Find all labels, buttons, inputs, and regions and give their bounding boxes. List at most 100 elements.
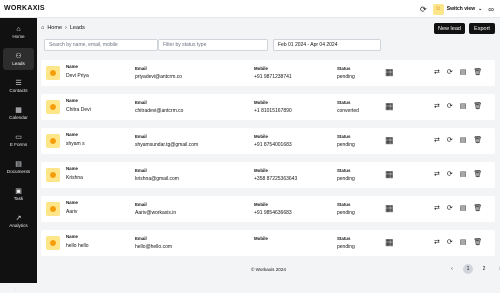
convert-icon[interactable]: ⟳	[447, 238, 453, 246]
switch-view-button[interactable]: ☺ Switch view ⌄	[432, 3, 482, 15]
document-icon[interactable]: ▤	[460, 238, 467, 246]
prev-page-button[interactable]: ‹	[447, 264, 457, 274]
row-actions: ⇄ ⟳ ▤ 🗑	[434, 204, 482, 212]
date-range-picker[interactable]: Feb 01 2024 - Apr 04 2024	[273, 39, 381, 51]
calendar-icon[interactable]: ▦	[385, 101, 394, 112]
sidebar-item-documents[interactable]: ▤ Documents	[3, 156, 34, 178]
sidebar-item-home[interactable]: ⌂ Home	[3, 21, 34, 43]
calendar-icon[interactable]: ▦	[385, 67, 394, 78]
sidebar-item-label: Calendar	[9, 114, 28, 120]
lead-avatar	[46, 168, 60, 182]
delete-icon[interactable]: 🗑	[473, 136, 482, 144]
status-badge: pending	[337, 244, 355, 250]
lead-email: chitradevi@antcrm.co	[135, 108, 184, 114]
page-button-2[interactable]: 2	[479, 264, 489, 274]
calendar-icon[interactable]: ▦	[385, 169, 394, 180]
lead-avatar	[46, 134, 60, 148]
leads-icon: ⚇	[15, 52, 22, 60]
sidebar-item-eforms[interactable]: ▭ E Forms	[3, 129, 34, 151]
delete-icon[interactable]: 🗑	[473, 68, 482, 76]
lead-name: Aariv	[66, 209, 78, 215]
sidebar-item-analytics[interactable]: ↗ Analytics	[3, 210, 34, 232]
top-right-controls: ⟳ ☺ Switch view ⌄ ∞	[420, 2, 494, 16]
breadcrumb-home[interactable]: Home	[47, 25, 62, 31]
sidebar-item-contacts[interactable]: ☰ Contacts	[3, 75, 34, 97]
status-badge: pending	[337, 176, 355, 182]
person-icon	[50, 138, 56, 144]
lead-mobile: +91 9871238741	[254, 74, 292, 80]
next-page-button[interactable]: ›	[495, 264, 500, 274]
calendar-icon[interactable]: ▦	[385, 135, 394, 146]
home-icon[interactable]: ⌂	[41, 25, 44, 31]
sidebar-item-task[interactable]: ▣ Task	[3, 183, 34, 205]
calendar-icon: ▦	[15, 106, 22, 114]
transfer-icon[interactable]: ⇄	[434, 102, 440, 110]
link-icon[interactable]: ∞	[488, 5, 494, 14]
transfer-icon[interactable]: ⇄	[434, 68, 440, 76]
lead-card[interactable]: Name hello hello Email hello@hello.com Mobil…	[41, 230, 495, 256]
email-label: Email	[135, 168, 147, 173]
lead-name: Devi Priya	[66, 73, 89, 79]
status-badge: pending	[337, 210, 355, 216]
chevron-right-icon: ›	[65, 25, 67, 31]
name-label: Name	[66, 132, 78, 137]
lead-email: priyadevi@antcrm.co	[135, 74, 183, 80]
mobile-label: Mobile	[254, 202, 268, 207]
lead-card[interactable]: Name Chitra Devi Email chitradevi@antcrm.co…	[41, 94, 495, 120]
transfer-icon[interactable]: ⇄	[434, 170, 440, 178]
sidebar-item-calendar[interactable]: ▦ Calendar	[3, 102, 34, 124]
status-label: Status	[337, 236, 351, 241]
sidebar-item-label: Documents	[6, 168, 31, 174]
document-icon[interactable]: ▤	[460, 204, 467, 212]
lead-card[interactable]: Name Aariv Email Aariv@workaxis.in Mobile +91…	[41, 196, 495, 222]
lead-card[interactable]: Name shyam s Email shyamsundar.tg@gmail.com…	[41, 128, 495, 154]
transfer-icon[interactable]: ⇄	[434, 136, 440, 144]
email-label: Email	[135, 66, 147, 71]
pagination: ‹ 1 2 ›	[447, 264, 500, 274]
form-icon: ▭	[15, 133, 22, 141]
sidebar-item-label: Contacts	[9, 87, 28, 93]
lead-card[interactable]: Name Devi Priya Email priyadevi@antcrm.co Mo…	[41, 60, 495, 86]
convert-icon[interactable]: ⟳	[447, 204, 453, 212]
delete-icon[interactable]: 🗑	[473, 204, 482, 212]
contacts-icon: ☰	[15, 79, 22, 87]
search-input[interactable]: Search by name, email, mobile	[44, 39, 158, 51]
lead-name: Chitra Devi	[66, 107, 91, 113]
delete-icon[interactable]: 🗑	[473, 170, 482, 178]
mobile-label: Mobile	[254, 100, 268, 105]
status-filter-select[interactable]: Filter by status type	[158, 39, 268, 51]
row-actions: ⇄ ⟳ ▤ 🗑	[434, 170, 482, 178]
export-button[interactable]: Export	[469, 23, 495, 34]
convert-icon[interactable]: ⟳	[447, 136, 453, 144]
person-icon	[50, 104, 56, 110]
page-button-1[interactable]: 1	[463, 264, 473, 274]
document-icon[interactable]: ▤	[460, 136, 467, 144]
refresh-icon[interactable]: ⟳	[420, 5, 427, 14]
home-icon: ⌂	[16, 25, 21, 33]
top-bar: WORKAXIS ⟳ ☺ Switch view ⌄ ∞	[0, 0, 500, 18]
delete-icon[interactable]: 🗑	[473, 238, 482, 246]
transfer-icon[interactable]: ⇄	[434, 238, 440, 246]
convert-icon[interactable]: ⟳	[447, 68, 453, 76]
delete-icon[interactable]: 🗑	[473, 102, 482, 110]
sidebar: ⌂ Home ⚇ Leads ☰ Contacts ▦ Calendar ▭ E…	[0, 18, 37, 293]
sidebar-item-leads[interactable]: ⚇ Leads	[3, 48, 34, 70]
lead-avatar	[46, 100, 60, 114]
document-icon[interactable]: ▤	[460, 102, 467, 110]
calendar-icon[interactable]: ▦	[385, 203, 394, 214]
transfer-icon[interactable]: ⇄	[434, 204, 440, 212]
calendar-icon[interactable]: ▦	[385, 237, 394, 248]
new-lead-button[interactable]: New lead	[434, 23, 465, 34]
collapse-sidebar-icon[interactable]: ‹	[14, 284, 17, 293]
status-label: Status	[337, 202, 351, 207]
lead-card[interactable]: Name Krishna Email krishna@gmail.com Mobile +…	[41, 162, 495, 188]
sidebar-item-label: E Forms	[9, 141, 28, 147]
convert-icon[interactable]: ⟳	[447, 170, 453, 178]
mobile-label: Mobile	[254, 134, 268, 139]
convert-icon[interactable]: ⟳	[447, 102, 453, 110]
email-label: Email	[135, 100, 147, 105]
document-icon[interactable]: ▤	[460, 68, 467, 76]
person-icon	[50, 206, 56, 212]
document-icon[interactable]: ▤	[460, 170, 467, 178]
app-logo: WORKAXIS	[4, 5, 45, 12]
